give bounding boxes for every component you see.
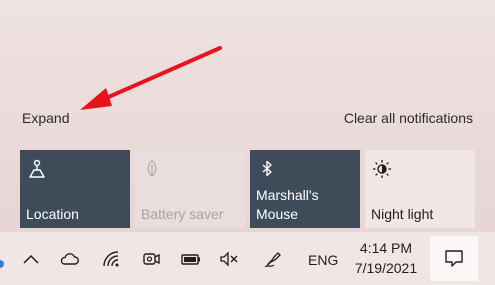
clear-all-notifications-link[interactable]: Clear all notifications bbox=[344, 110, 473, 126]
night-light-icon bbox=[373, 160, 391, 178]
meet-now-icon[interactable] bbox=[140, 248, 162, 270]
cloud-icon[interactable] bbox=[58, 248, 80, 270]
volume-muted-icon[interactable] bbox=[218, 248, 240, 270]
notification-center-icon bbox=[445, 250, 463, 267]
bluetooth-icon bbox=[262, 160, 272, 177]
taskbar-clock[interactable]: 4:14 PM 7/19/2021 bbox=[350, 238, 422, 278]
tile-label: Location bbox=[26, 206, 79, 222]
battery-saver-icon bbox=[147, 160, 157, 177]
quick-action-location[interactable]: Location bbox=[20, 150, 130, 228]
chevron-up-icon[interactable] bbox=[20, 248, 42, 270]
quick-action-night-light[interactable]: Night light bbox=[365, 150, 475, 228]
clock-time: 4:14 PM bbox=[359, 240, 413, 256]
taskbar-app-indicator bbox=[0, 260, 4, 268]
action-center-panel: Expand Clear all notifications Location … bbox=[0, 0, 495, 232]
tile-label: Battery saver bbox=[141, 206, 224, 222]
wifi-icon[interactable] bbox=[100, 248, 122, 270]
battery-icon[interactable] bbox=[180, 248, 202, 270]
quick-action-battery-saver[interactable]: Battery saver bbox=[135, 150, 245, 228]
notification-center-button[interactable] bbox=[430, 236, 478, 281]
quick-action-bluetooth[interactable]: Marshall's Mouse bbox=[250, 150, 360, 228]
input-language-indicator[interactable]: ENG bbox=[308, 252, 338, 268]
location-icon bbox=[29, 159, 45, 178]
tile-label: Marshall's Mouse bbox=[256, 187, 319, 222]
taskbar: ENG 4:14 PM 7/19/2021 bbox=[0, 232, 495, 285]
tile-label: Night light bbox=[371, 206, 434, 222]
clock-date: 7/19/2021 bbox=[354, 260, 418, 276]
pen-icon[interactable] bbox=[262, 248, 284, 270]
expand-link[interactable]: Expand bbox=[22, 110, 69, 126]
